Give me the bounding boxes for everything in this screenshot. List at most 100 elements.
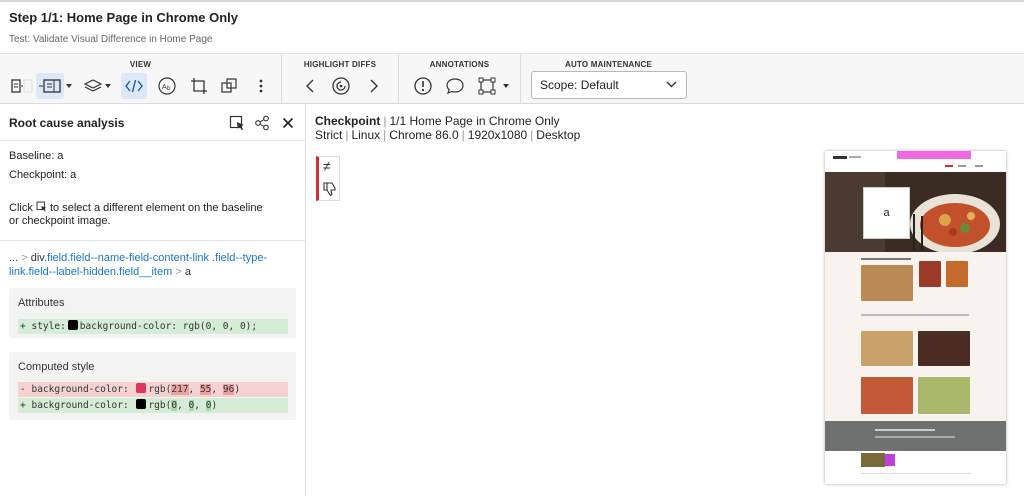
page-image — [861, 331, 913, 366]
chevron-right-icon — [370, 79, 378, 93]
checkpoint-view: Checkpoint | 1/1 Home Page in Chrome Only … — [307, 104, 1024, 496]
checkpoint-meta: Strict | Linux | Chrome 86.0 | 1920x1080 | Deskt… — [315, 128, 580, 142]
page-image — [919, 261, 941, 287]
panel-title: Root cause analysis — [9, 116, 125, 130]
region-select-icon — [478, 77, 496, 95]
add-remark-button[interactable] — [442, 73, 468, 99]
diff-sign: - — [20, 384, 26, 395]
layers-button[interactable] — [80, 73, 106, 99]
share-button[interactable] — [253, 114, 271, 132]
page-image — [861, 453, 885, 467]
text-compare-button[interactable]: Ab — [154, 73, 180, 99]
diff-status-box[interactable]: ≠ — [316, 156, 340, 201]
text-compare-icon: Ab — [158, 77, 176, 95]
diff-sign: + — [20, 321, 26, 332]
value-part: , — [188, 384, 200, 395]
add-issue-button[interactable] — [410, 73, 436, 99]
page-bottom — [825, 451, 1006, 484]
separator: | — [383, 114, 387, 128]
select-hint-line2: or checkpoint image. — [9, 215, 111, 227]
diff-sign: + — [20, 400, 26, 411]
separator: | — [383, 128, 387, 142]
previous-diff-button[interactable] — [297, 73, 323, 99]
hint-suffix: to select a different element on the bas… — [49, 202, 263, 214]
value-part: , — [194, 400, 206, 411]
path-ellipsis[interactable]: ... — [9, 252, 18, 264]
step-title: Step 1/1: Home Page in Chrome Only — [9, 10, 238, 25]
separator: | — [345, 128, 349, 142]
computed-style-title: Computed style — [18, 361, 95, 373]
close-panel-button[interactable] — [279, 114, 297, 132]
page-nav-item — [958, 165, 966, 167]
property-name: background-color: — [31, 384, 129, 395]
page-heading — [861, 258, 911, 260]
page-nav-item — [975, 165, 983, 167]
group-title-highlight-diffs: HIGHLIGHT DIFFS — [303, 60, 377, 69]
page-footer-links — [875, 429, 935, 431]
baseline-label: Baseline: a — [9, 150, 64, 162]
crop-button[interactable] — [186, 73, 212, 99]
divider — [861, 473, 971, 474]
attribute-added-line: + style: background-color: rgb(0, 0, 0); — [18, 319, 288, 334]
root-cause-panel: Root cause analysis Baseline: a Checkpoi… — [0, 104, 306, 496]
compare-mode-chevron-down-icon[interactable] — [66, 84, 72, 88]
crop-icon — [191, 78, 207, 94]
page-text — [861, 314, 969, 316]
chevron-down-icon — [666, 81, 677, 88]
regions-button[interactable] — [216, 73, 242, 99]
diff-highlight-region — [885, 454, 895, 466]
step-header: Step 1/1: Home Page in Chrome Only Test:… — [0, 0, 1024, 54]
property-name: background-color: — [31, 400, 129, 411]
layers-chevron-down-icon[interactable] — [105, 84, 111, 88]
divider — [0, 240, 305, 241]
meta-device: Desktop — [536, 128, 581, 142]
page-nav-item — [849, 156, 861, 158]
share-icon — [255, 115, 269, 131]
more-options-button[interactable] — [248, 73, 274, 99]
group-title-view: VIEW — [129, 60, 152, 69]
checkpoint-image[interactable]: a — [825, 151, 1006, 484]
path-classes[interactable]: .field.field--name-field-content-link .f… — [9, 252, 267, 278]
diff-highlight-region — [897, 151, 971, 159]
code-icon — [125, 79, 143, 93]
hint-prefix: Click — [9, 202, 33, 214]
preview-link-box: a — [863, 187, 910, 239]
path-tag[interactable]: div — [31, 252, 44, 264]
value-part: , — [177, 400, 189, 411]
page-content — [825, 252, 1006, 421]
target-icon — [332, 77, 350, 95]
checkpoint-heading: Checkpoint | 1/1 Home Page in Chrome Only — [315, 114, 560, 128]
checkpoint-label: Checkpoint — [315, 114, 381, 128]
page-image — [861, 377, 913, 414]
region-chevron-down-icon[interactable] — [503, 84, 509, 88]
svg-text:b: b — [167, 86, 171, 92]
test-name: Test: Validate Visual Difference in Home… — [9, 34, 213, 45]
side-by-side-button[interactable] — [9, 73, 35, 99]
separator: | — [530, 128, 534, 142]
thumbs-down-icon[interactable] — [322, 181, 338, 197]
page-image — [918, 377, 970, 414]
page-nav-item — [945, 165, 953, 167]
color-swatch — [136, 383, 147, 393]
scope-select[interactable]: Scope: Default — [531, 71, 687, 99]
attribute-name: style: — [31, 321, 66, 332]
value-part: rgb( — [148, 400, 172, 411]
next-diff-button[interactable] — [361, 73, 387, 99]
compare-mode-icon — [39, 79, 61, 93]
path-separator: > — [175, 266, 182, 278]
computed-style-section: Computed style - background-color: rgb(2… — [9, 352, 296, 420]
value-part: 55 — [199, 384, 212, 395]
code-view-button[interactable] — [121, 73, 147, 99]
page-logo — [833, 156, 847, 159]
highlight-diffs-button[interactable] — [328, 73, 354, 99]
attribute-value: background-color: rgb(0, 0, 0); — [79, 321, 258, 332]
select-element-button[interactable] — [228, 114, 246, 132]
color-swatch — [67, 320, 78, 330]
compare-mode-button[interactable] — [36, 73, 64, 99]
add-region-button[interactable] — [474, 73, 500, 99]
page-footer — [825, 421, 1006, 451]
value-part: ) — [234, 384, 241, 395]
path-leaf[interactable]: a — [185, 266, 191, 278]
value-part: 96 — [222, 384, 235, 395]
regions-icon — [221, 78, 237, 93]
